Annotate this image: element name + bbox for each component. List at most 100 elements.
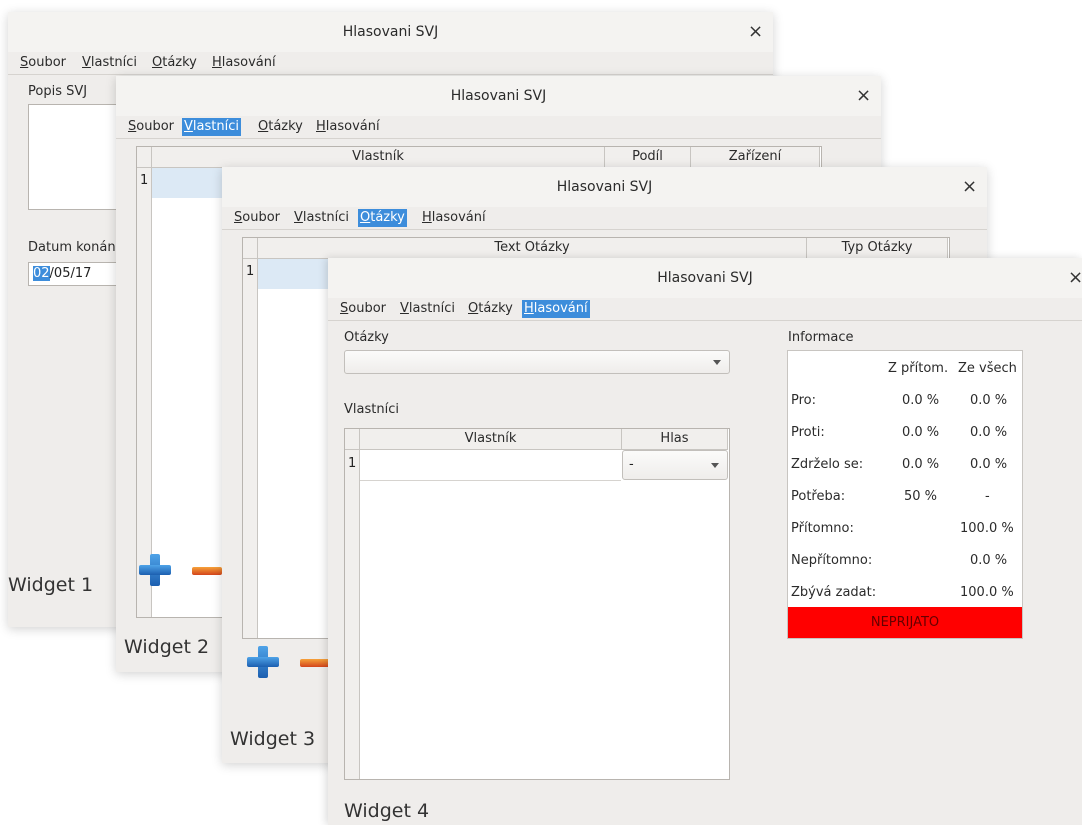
window-4: Hlasovani SVJ × Soubor Vlastníci Otázky … bbox=[328, 258, 1082, 825]
menu-label: oubor bbox=[136, 119, 175, 134]
pro-label: Pro: bbox=[791, 393, 817, 408]
menu-label: lasování bbox=[221, 55, 276, 70]
chevron-down-icon bbox=[713, 360, 721, 365]
proti-z-pritom: 0.0 % bbox=[902, 425, 940, 440]
zbyva-ze-vsech: 100.0 % bbox=[960, 585, 1014, 600]
titlebar: Hlasovani SVJ × bbox=[8, 12, 773, 52]
plus-icon[interactable] bbox=[246, 645, 280, 679]
widget-4-label: Widget 4 bbox=[344, 800, 430, 822]
menu-label: lasování bbox=[325, 119, 380, 134]
nepritomno-ze-vsech: 0.0 % bbox=[970, 553, 1008, 568]
menu-hlasovani[interactable]: Hlasování bbox=[522, 300, 590, 318]
menu-hlasovani[interactable]: Hlasování bbox=[314, 118, 382, 136]
otazky-combobox[interactable] bbox=[344, 350, 730, 374]
informace-panel: Z přítom. Ze všech Pro: 0.0 % 0.0 % Prot… bbox=[787, 350, 1023, 639]
chevron-down-icon bbox=[711, 463, 719, 468]
menu-soubor[interactable]: Soubor bbox=[338, 300, 388, 318]
table-corner bbox=[137, 147, 152, 168]
menu-mnemonic: O bbox=[152, 55, 163, 70]
menu-vlastnici[interactable]: Vlastníci bbox=[80, 54, 139, 72]
minus-icon[interactable] bbox=[192, 567, 222, 575]
row-header-column bbox=[137, 168, 152, 617]
menu-mnemonic: H bbox=[422, 210, 432, 225]
table-corner bbox=[345, 429, 360, 450]
col-podil[interactable]: Podíl bbox=[605, 147, 691, 168]
menubar: Soubor Vlastníci Otázky Hlasování bbox=[116, 116, 881, 139]
hlas-combobox-value: - bbox=[629, 457, 634, 472]
menu-mnemonic: V bbox=[82, 55, 91, 70]
col-vlastnik[interactable]: Vlastník bbox=[360, 429, 622, 450]
menu-mnemonic: O bbox=[360, 210, 371, 225]
row-number: 1 bbox=[140, 173, 149, 188]
menubar: Soubor Vlastníci Otázky Hlasování bbox=[328, 298, 1082, 321]
hlas-combobox[interactable]: - bbox=[622, 450, 728, 480]
menu-otazky[interactable]: Otázky bbox=[256, 118, 305, 136]
menu-hlasovani[interactable]: Hlasování bbox=[420, 209, 488, 227]
plus-icon[interactable] bbox=[138, 553, 172, 587]
menu-vlastnici[interactable]: Vlastníci bbox=[398, 300, 457, 318]
close-icon[interactable]: × bbox=[748, 12, 763, 52]
datum-label: Datum konán bbox=[28, 240, 116, 255]
menu-label: oubor bbox=[242, 210, 281, 225]
col-ze-vsech: Ze všech bbox=[958, 361, 1017, 376]
menu-label: tázky bbox=[268, 119, 303, 134]
menu-soubor[interactable]: Soubor bbox=[18, 54, 68, 72]
menu-label: tázky bbox=[478, 301, 513, 316]
close-icon[interactable]: × bbox=[1068, 258, 1082, 298]
popis-svj-label: Popis SVJ bbox=[28, 84, 88, 99]
menu-label: tázky bbox=[162, 55, 197, 70]
row-header-column bbox=[345, 450, 360, 779]
menu-label: lastníci bbox=[302, 210, 349, 225]
row-number: 1 bbox=[348, 456, 357, 471]
close-icon[interactable]: × bbox=[856, 76, 871, 116]
menu-mnemonic: O bbox=[258, 119, 269, 134]
col-hlas[interactable]: Hlas bbox=[622, 429, 728, 450]
row-header-column bbox=[243, 259, 258, 638]
menu-mnemonic: O bbox=[468, 301, 479, 316]
col-z-pritom: Z přítom. bbox=[888, 361, 949, 376]
titlebar: Hlasovani SVJ × bbox=[222, 167, 987, 207]
row-number: 1 bbox=[246, 264, 255, 279]
informace-label: Informace bbox=[788, 330, 854, 345]
menu-otazky[interactable]: Otázky bbox=[358, 209, 407, 227]
popis-svj-textarea[interactable] bbox=[28, 104, 130, 210]
minus-icon[interactable] bbox=[300, 659, 330, 667]
proti-ze-vsech: 0.0 % bbox=[970, 425, 1008, 440]
widget-2-label: Widget 2 bbox=[124, 636, 210, 658]
potreba-ze-vsech: - bbox=[985, 489, 990, 504]
menu-mnemonic: H bbox=[524, 301, 534, 316]
pro-z-pritom: 0.0 % bbox=[902, 393, 940, 408]
col-text-otazky[interactable]: Text Otázky bbox=[258, 238, 807, 259]
widget-1-label: Widget 1 bbox=[8, 574, 94, 596]
status-badge: NEPRIJATO bbox=[788, 607, 1022, 638]
menu-label: oubor bbox=[348, 301, 387, 316]
window-title: Hlasovani SVJ bbox=[657, 270, 753, 286]
menu-soubor[interactable]: Soubor bbox=[126, 118, 176, 136]
col-typ-otazky[interactable]: Typ Otázky bbox=[807, 238, 948, 259]
menu-vlastnici[interactable]: Vlastníci bbox=[292, 209, 351, 227]
close-icon[interactable]: × bbox=[962, 167, 977, 207]
hlasy-table: Vlastník Hlas 1 - bbox=[344, 428, 730, 780]
col-zarizeni[interactable]: Zařízení bbox=[691, 147, 820, 168]
menu-hlasovani[interactable]: Hlasování bbox=[210, 54, 278, 72]
pro-ze-vsech: 0.0 % bbox=[970, 393, 1008, 408]
menu-label: lastníci bbox=[90, 55, 137, 70]
menu-otazky[interactable]: Otázky bbox=[150, 54, 199, 72]
col-vlastnik[interactable]: Vlastník bbox=[152, 147, 605, 168]
menu-label: tázky bbox=[370, 210, 405, 225]
date-rest: /05/17 bbox=[49, 266, 92, 281]
zbyva-label: Zbývá zadat: bbox=[791, 585, 877, 600]
pritomno-ze-vsech: 100.0 % bbox=[960, 521, 1014, 536]
menu-vlastnici[interactable]: Vlastníci bbox=[182, 118, 241, 136]
menu-otazky[interactable]: Otázky bbox=[466, 300, 515, 318]
window-title: Hlasovani SVJ bbox=[342, 24, 439, 40]
pritomno-label: Přítomno: bbox=[791, 521, 854, 536]
table-cell-vlastnik[interactable] bbox=[360, 450, 621, 481]
potreba-label: Potřeba: bbox=[791, 489, 846, 504]
menu-mnemonic: V bbox=[294, 210, 303, 225]
nepritomno-label: Nepřítomno: bbox=[791, 553, 873, 568]
titlebar: Hlasovani SVJ × bbox=[116, 76, 881, 116]
menu-soubor[interactable]: Soubor bbox=[232, 209, 282, 227]
otazky-label: Otázky bbox=[344, 330, 389, 345]
menu-label: lasování bbox=[533, 301, 588, 316]
